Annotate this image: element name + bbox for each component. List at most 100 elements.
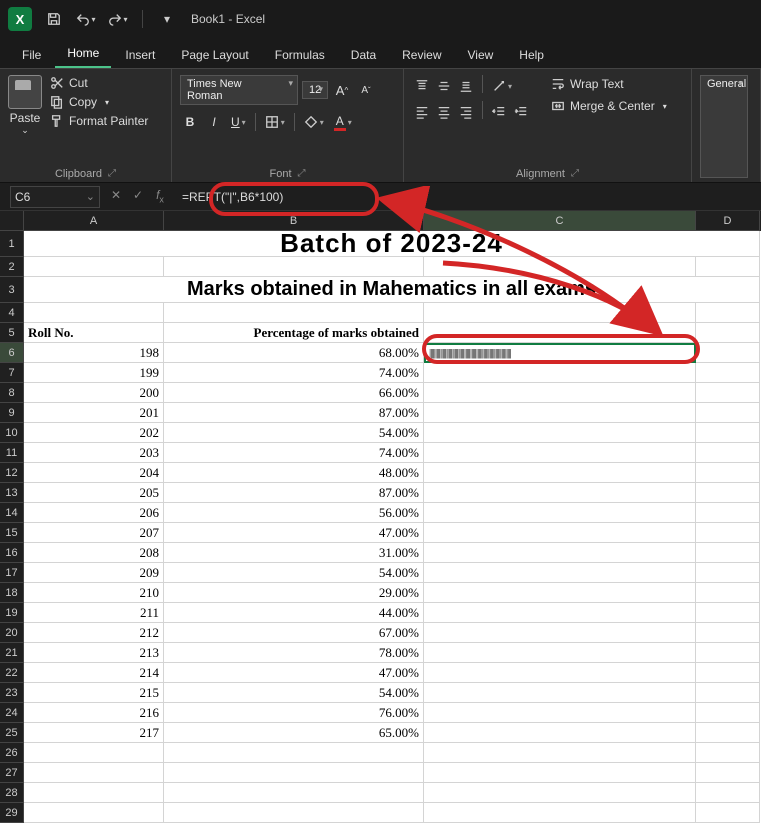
cell[interactable] [424, 443, 696, 463]
orientation-button[interactable] [489, 75, 515, 97]
cell-percentage[interactable]: 31.00% [164, 543, 424, 563]
cell-roll-no[interactable]: 209 [24, 563, 164, 583]
cell[interactable] [424, 583, 696, 603]
cell-roll-no[interactable]: 207 [24, 523, 164, 543]
row-header[interactable]: 28 [0, 783, 24, 803]
cell[interactable] [696, 683, 760, 703]
cell[interactable] [696, 803, 760, 823]
paste-button[interactable]: Paste ⌄ [8, 75, 42, 166]
header-percentage[interactable]: Percentage of marks obtained [164, 323, 424, 343]
cell[interactable] [424, 363, 696, 383]
row-header[interactable]: 2 [0, 257, 24, 277]
cell[interactable] [696, 643, 760, 663]
cell-roll-no[interactable]: 199 [24, 363, 164, 383]
cell-percentage[interactable]: 56.00% [164, 503, 424, 523]
shrink-font-button[interactable]: Aˇ [356, 79, 376, 101]
cell[interactable] [696, 303, 760, 323]
align-top-button[interactable] [412, 75, 432, 97]
cell-roll-no[interactable]: 211 [24, 603, 164, 623]
cell[interactable] [696, 623, 760, 643]
cell-percentage[interactable]: 29.00% [164, 583, 424, 603]
font-launcher[interactable]: ⤢ [298, 168, 306, 180]
row-header[interactable]: 21 [0, 643, 24, 663]
cell[interactable] [696, 257, 760, 277]
cell-percentage[interactable]: 76.00% [164, 703, 424, 723]
cell[interactable] [696, 443, 760, 463]
cell[interactable] [696, 423, 760, 443]
grow-font-button[interactable]: A^ [332, 79, 352, 101]
cell[interactable] [424, 523, 696, 543]
tab-file[interactable]: File [10, 42, 53, 68]
cell[interactable] [424, 683, 696, 703]
underline-button[interactable]: U [228, 111, 249, 133]
fill-color-button[interactable] [301, 111, 327, 133]
align-center-button[interactable] [434, 101, 454, 123]
subtitle-cell[interactable]: Marks obtained in Mahematics in all exam… [24, 277, 760, 303]
cell[interactable] [424, 503, 696, 523]
cell-percentage[interactable]: 87.00% [164, 403, 424, 423]
cell[interactable] [696, 523, 760, 543]
cell[interactable] [24, 743, 164, 763]
merge-center-button[interactable]: Merge & Center▾ [547, 97, 671, 115]
cell-percentage[interactable]: 66.00% [164, 383, 424, 403]
cell-percentage[interactable]: 67.00% [164, 623, 424, 643]
column-header-b[interactable]: B [164, 211, 424, 231]
redo-button[interactable]: ▾ [104, 5, 132, 33]
row-header[interactable]: 10 [0, 423, 24, 443]
tab-formulas[interactable]: Formulas [263, 42, 337, 68]
cell[interactable] [424, 563, 696, 583]
format-painter-button[interactable]: Format Painter [48, 113, 150, 129]
tab-data[interactable]: Data [339, 42, 388, 68]
cell-percentage[interactable]: 74.00% [164, 443, 424, 463]
name-box[interactable]: C6 [10, 186, 100, 208]
align-middle-button[interactable] [434, 75, 454, 97]
column-header-d[interactable]: D [696, 211, 760, 231]
title-cell[interactable]: Batch of 2023-24 [24, 231, 760, 257]
row-header[interactable]: 4 [0, 303, 24, 323]
cell-roll-no[interactable]: 214 [24, 663, 164, 683]
cell-roll-no[interactable]: 208 [24, 543, 164, 563]
cell[interactable] [424, 303, 696, 323]
row-header[interactable]: 15 [0, 523, 24, 543]
row-header[interactable]: 8 [0, 383, 24, 403]
cell-roll-no[interactable]: 216 [24, 703, 164, 723]
increase-indent-button[interactable] [511, 101, 531, 123]
tab-review[interactable]: Review [390, 42, 453, 68]
row-header[interactable]: 23 [0, 683, 24, 703]
column-header-c[interactable]: C [424, 211, 696, 231]
cell-percentage[interactable]: 74.00% [164, 363, 424, 383]
cell[interactable] [424, 543, 696, 563]
cell[interactable] [696, 483, 760, 503]
cell[interactable] [424, 803, 696, 823]
cell-percentage[interactable]: 47.00% [164, 663, 424, 683]
header-roll-no[interactable]: Roll No. [24, 323, 164, 343]
save-button[interactable] [40, 5, 68, 33]
align-right-button[interactable] [456, 101, 476, 123]
cell-roll-no[interactable]: 202 [24, 423, 164, 443]
cell-roll-no[interactable]: 206 [24, 503, 164, 523]
cell[interactable] [696, 743, 760, 763]
cell[interactable] [164, 783, 424, 803]
number-format-combo[interactable]: General [700, 75, 748, 178]
undo-button[interactable]: ▾ [72, 5, 100, 33]
cell[interactable] [696, 703, 760, 723]
row-header[interactable]: 7 [0, 363, 24, 383]
row-header[interactable]: 22 [0, 663, 24, 683]
row-header[interactable]: 16 [0, 543, 24, 563]
cell[interactable] [696, 383, 760, 403]
italic-button[interactable]: I [204, 111, 224, 133]
align-bottom-button[interactable] [456, 75, 476, 97]
font-color-button[interactable]: A [331, 111, 355, 133]
row-header[interactable]: 3 [0, 277, 24, 303]
cell[interactable] [696, 603, 760, 623]
cell-roll-no[interactable]: 210 [24, 583, 164, 603]
borders-button[interactable] [262, 111, 288, 133]
cell[interactable] [424, 383, 696, 403]
cell-percentage[interactable]: 44.00% [164, 603, 424, 623]
cell[interactable] [424, 623, 696, 643]
alignment-launcher[interactable]: ⤢ [571, 168, 579, 180]
cell-roll-no[interactable]: 212 [24, 623, 164, 643]
cell[interactable] [696, 663, 760, 683]
row-header[interactable]: 12 [0, 463, 24, 483]
cut-button[interactable]: Cut [48, 75, 150, 91]
